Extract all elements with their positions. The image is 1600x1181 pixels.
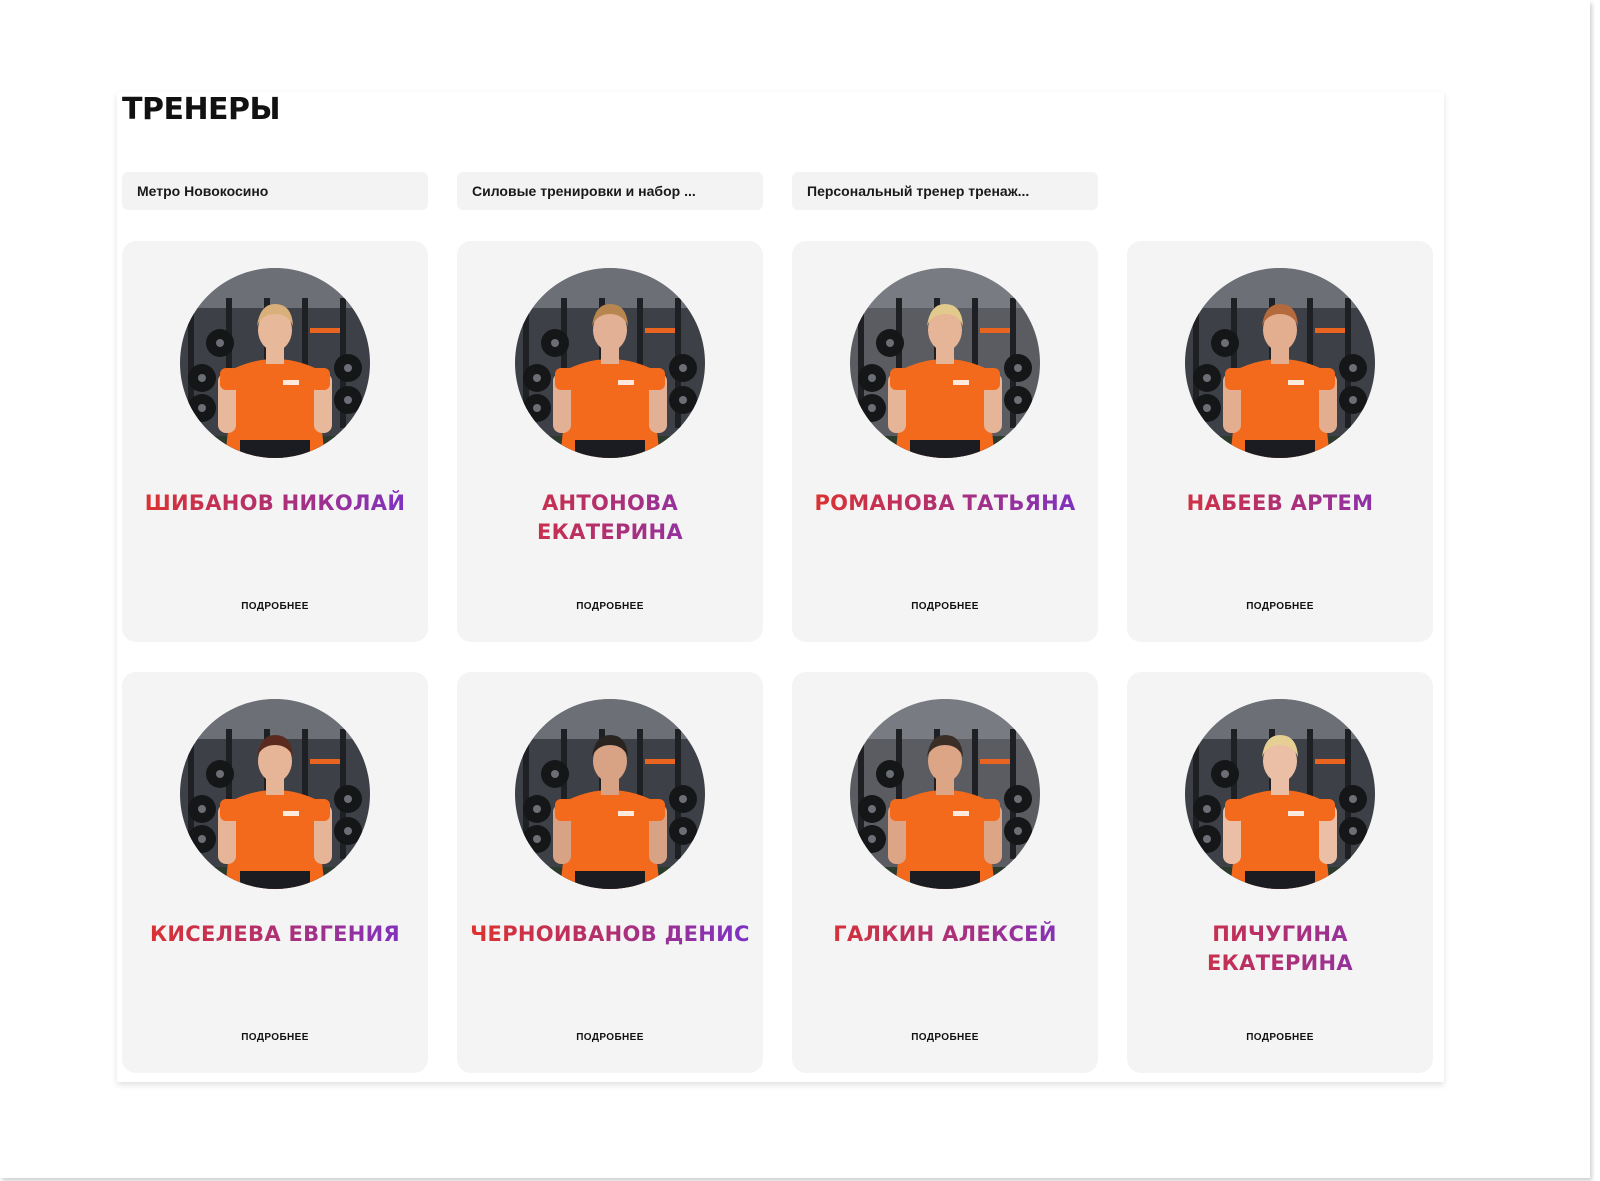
- trainer-photo-illustration: [180, 268, 370, 458]
- trainer-card[interactable]: РОМАНОВА ТАТЬЯНА ПОДРОБНЕЕ: [792, 241, 1098, 642]
- trainer-photo[interactable]: [180, 699, 370, 889]
- details-link[interactable]: ПОДРОБНЕЕ: [122, 601, 428, 612]
- trainer-photo[interactable]: [1185, 699, 1375, 889]
- page-title: ТРЕНЕРЫ: [122, 92, 281, 127]
- trainer-photo[interactable]: [850, 268, 1040, 458]
- trainer-photo-illustration: [1185, 699, 1375, 889]
- trainer-name[interactable]: КИСЕЛЕВА ЕВГЕНИЯ: [132, 920, 418, 949]
- trainer-photo-illustration: [180, 699, 370, 889]
- filter-trainer-category[interactable]: Персональный тренер тренаж...: [792, 172, 1098, 210]
- trainers-section: ТРЕНЕРЫ Метро Новокосино Силовые трениро…: [117, 92, 1444, 1082]
- trainer-name[interactable]: РОМАНОВА ТАТЬЯНА: [802, 489, 1088, 518]
- trainer-photo[interactable]: [850, 699, 1040, 889]
- trainer-photo[interactable]: [515, 268, 705, 458]
- trainer-card[interactable]: КИСЕЛЕВА ЕВГЕНИЯ ПОДРОБНЕЕ: [122, 672, 428, 1073]
- details-link[interactable]: ПОДРОБНЕЕ: [792, 601, 1098, 612]
- filter-location[interactable]: Метро Новокосино: [122, 172, 428, 210]
- trainer-photo[interactable]: [1185, 268, 1375, 458]
- trainer-card[interactable]: НАБЕЕВ АРТЕМ ПОДРОБНЕЕ: [1127, 241, 1433, 642]
- trainer-photo-illustration: [850, 268, 1040, 458]
- trainer-grid: ШИБАНОВ НИКОЛАЙ ПОДРОБНЕЕ АНТОНОВА ЕКАТЕ…: [122, 241, 1433, 1073]
- trainer-name[interactable]: ПИЧУГИНА ЕКАТЕРИНА: [1137, 920, 1423, 978]
- trainer-card[interactable]: ГАЛКИН АЛЕКСЕЙ ПОДРОБНЕЕ: [792, 672, 1098, 1073]
- trainer-photo[interactable]: [515, 699, 705, 889]
- details-link[interactable]: ПОДРОБНЕЕ: [792, 1032, 1098, 1043]
- trainer-photo-illustration: [850, 699, 1040, 889]
- trainer-photo-illustration: [515, 699, 705, 889]
- trainer-card[interactable]: ПИЧУГИНА ЕКАТЕРИНА ПОДРОБНЕЕ: [1127, 672, 1433, 1073]
- trainer-photo-illustration: [515, 268, 705, 458]
- trainer-card[interactable]: АНТОНОВА ЕКАТЕРИНА ПОДРОБНЕЕ: [457, 241, 763, 642]
- trainer-name[interactable]: ШИБАНОВ НИКОЛАЙ: [132, 489, 418, 518]
- filter-bar: Метро Новокосино Силовые тренировки и на…: [122, 172, 1098, 210]
- trainer-card[interactable]: ШИБАНОВ НИКОЛАЙ ПОДРОБНЕЕ: [122, 241, 428, 642]
- trainer-name[interactable]: ЧЕРНОИВАНОВ ДЕНИС: [467, 920, 753, 949]
- trainer-name[interactable]: ГАЛКИН АЛЕКСЕЙ: [802, 920, 1088, 949]
- trainer-photo[interactable]: [180, 268, 370, 458]
- details-link[interactable]: ПОДРОБНЕЕ: [122, 1032, 428, 1043]
- details-link[interactable]: ПОДРОБНЕЕ: [1127, 601, 1433, 612]
- trainer-card[interactable]: ЧЕРНОИВАНОВ ДЕНИС ПОДРОБНЕЕ: [457, 672, 763, 1073]
- filter-training-type[interactable]: Силовые тренировки и набор ...: [457, 172, 763, 210]
- details-link[interactable]: ПОДРОБНЕЕ: [457, 601, 763, 612]
- trainer-name[interactable]: НАБЕЕВ АРТЕМ: [1137, 489, 1423, 518]
- details-link[interactable]: ПОДРОБНЕЕ: [1127, 1032, 1433, 1043]
- trainer-name[interactable]: АНТОНОВА ЕКАТЕРИНА: [467, 489, 753, 547]
- details-link[interactable]: ПОДРОБНЕЕ: [457, 1032, 763, 1043]
- trainer-photo-illustration: [1185, 268, 1375, 458]
